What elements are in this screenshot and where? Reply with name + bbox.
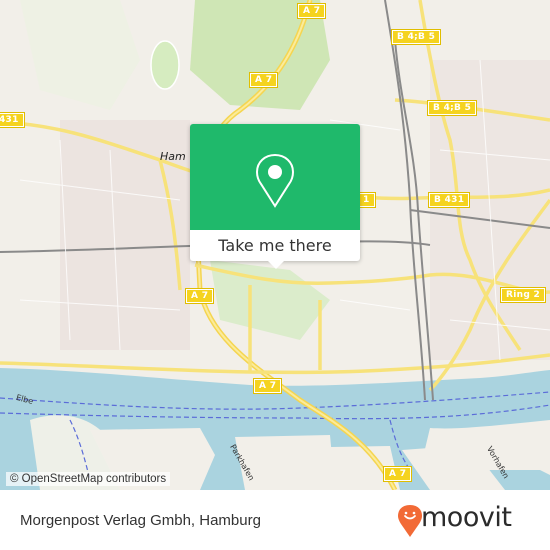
road-shield-b431: B 431 <box>427 192 471 208</box>
road-shield-partial: 1 <box>357 192 376 208</box>
location-title: Morgenpost Verlag Gmbh, Hamburg <box>20 512 261 529</box>
location-pin-icon <box>256 154 294 208</box>
location-popup: Take me there <box>190 124 360 269</box>
road-shield-a7: A 7 <box>248 72 279 88</box>
take-me-there-button[interactable]: Take me there <box>190 230 360 261</box>
popup-pointer <box>268 261 284 269</box>
place-label-hamburg: Ham <box>160 150 186 163</box>
moovit-wordmark: moovit <box>421 502 512 533</box>
road-shield-ring2: Ring 2 <box>499 287 547 303</box>
osm-attribution-link[interactable]: © OpenStreetMap contributors <box>6 472 171 486</box>
road-shield-b431-partial: 431 <box>0 112 25 128</box>
road-shield-a7: A 7 <box>382 466 413 482</box>
map-view[interactable]: Ham Elbe Parkhafen Vorhafen A 7 A 7 A 7 … <box>0 0 550 490</box>
road-shield-a7: A 7 <box>296 3 327 19</box>
road-shield-b4-b5: B 4;B 5 <box>426 100 478 116</box>
road-shield-a7: A 7 <box>184 288 215 304</box>
road-shield-a7: A 7 <box>252 378 283 394</box>
moovit-logo[interactable]: moovit <box>397 502 537 538</box>
road-shield-b4-b5: B 4;B 5 <box>390 29 442 45</box>
footer: Morgenpost Verlag Gmbh, Hamburg moovit <box>0 490 550 550</box>
moovit-pin-icon <box>398 505 422 537</box>
popup-header <box>190 124 360 230</box>
racetrack <box>150 40 180 90</box>
